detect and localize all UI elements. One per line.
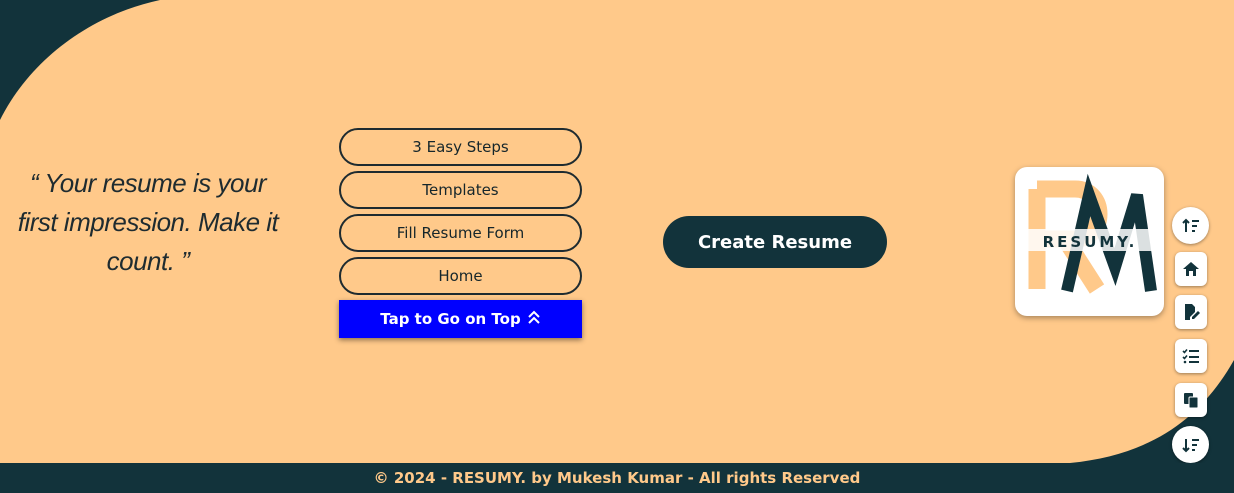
nav-easy-steps-button[interactable]: 3 Easy Steps bbox=[339, 128, 582, 166]
hero-section: “ Your resume is your first impression. … bbox=[0, 0, 1234, 463]
nav-home-button[interactable]: Home bbox=[339, 257, 582, 295]
resume-quote: “ Your resume is your first impression. … bbox=[17, 168, 279, 276]
sort-up-icon[interactable] bbox=[1172, 207, 1209, 244]
nav-templates-button[interactable]: Templates bbox=[339, 171, 582, 209]
double-chevron-up-icon bbox=[527, 309, 541, 329]
sort-down-icon[interactable] bbox=[1172, 426, 1209, 463]
section-nav: 3 Easy Steps Templates Fill Resume Form … bbox=[339, 128, 582, 338]
create-resume-button[interactable]: Create Resume bbox=[663, 216, 887, 268]
svg-text:RESUMY.: RESUMY. bbox=[1043, 233, 1138, 251]
go-to-top-label: Tap to Go on Top bbox=[380, 310, 521, 328]
copyright-text: © 2024 - RESUMY. by Mukesh Kumar - All r… bbox=[373, 469, 861, 487]
checklist-icon[interactable] bbox=[1175, 339, 1207, 373]
site-footer: © 2024 - RESUMY. by Mukesh Kumar - All r… bbox=[0, 463, 1234, 493]
home-icon[interactable] bbox=[1175, 252, 1207, 286]
go-to-top-button[interactable]: Tap to Go on Top bbox=[339, 300, 582, 338]
nav-fill-form-button[interactable]: Fill Resume Form bbox=[339, 214, 582, 252]
copy-icon[interactable] bbox=[1175, 383, 1207, 417]
resumy-logo: RESUMY. bbox=[1015, 167, 1164, 316]
edit-document-icon[interactable] bbox=[1175, 295, 1207, 329]
